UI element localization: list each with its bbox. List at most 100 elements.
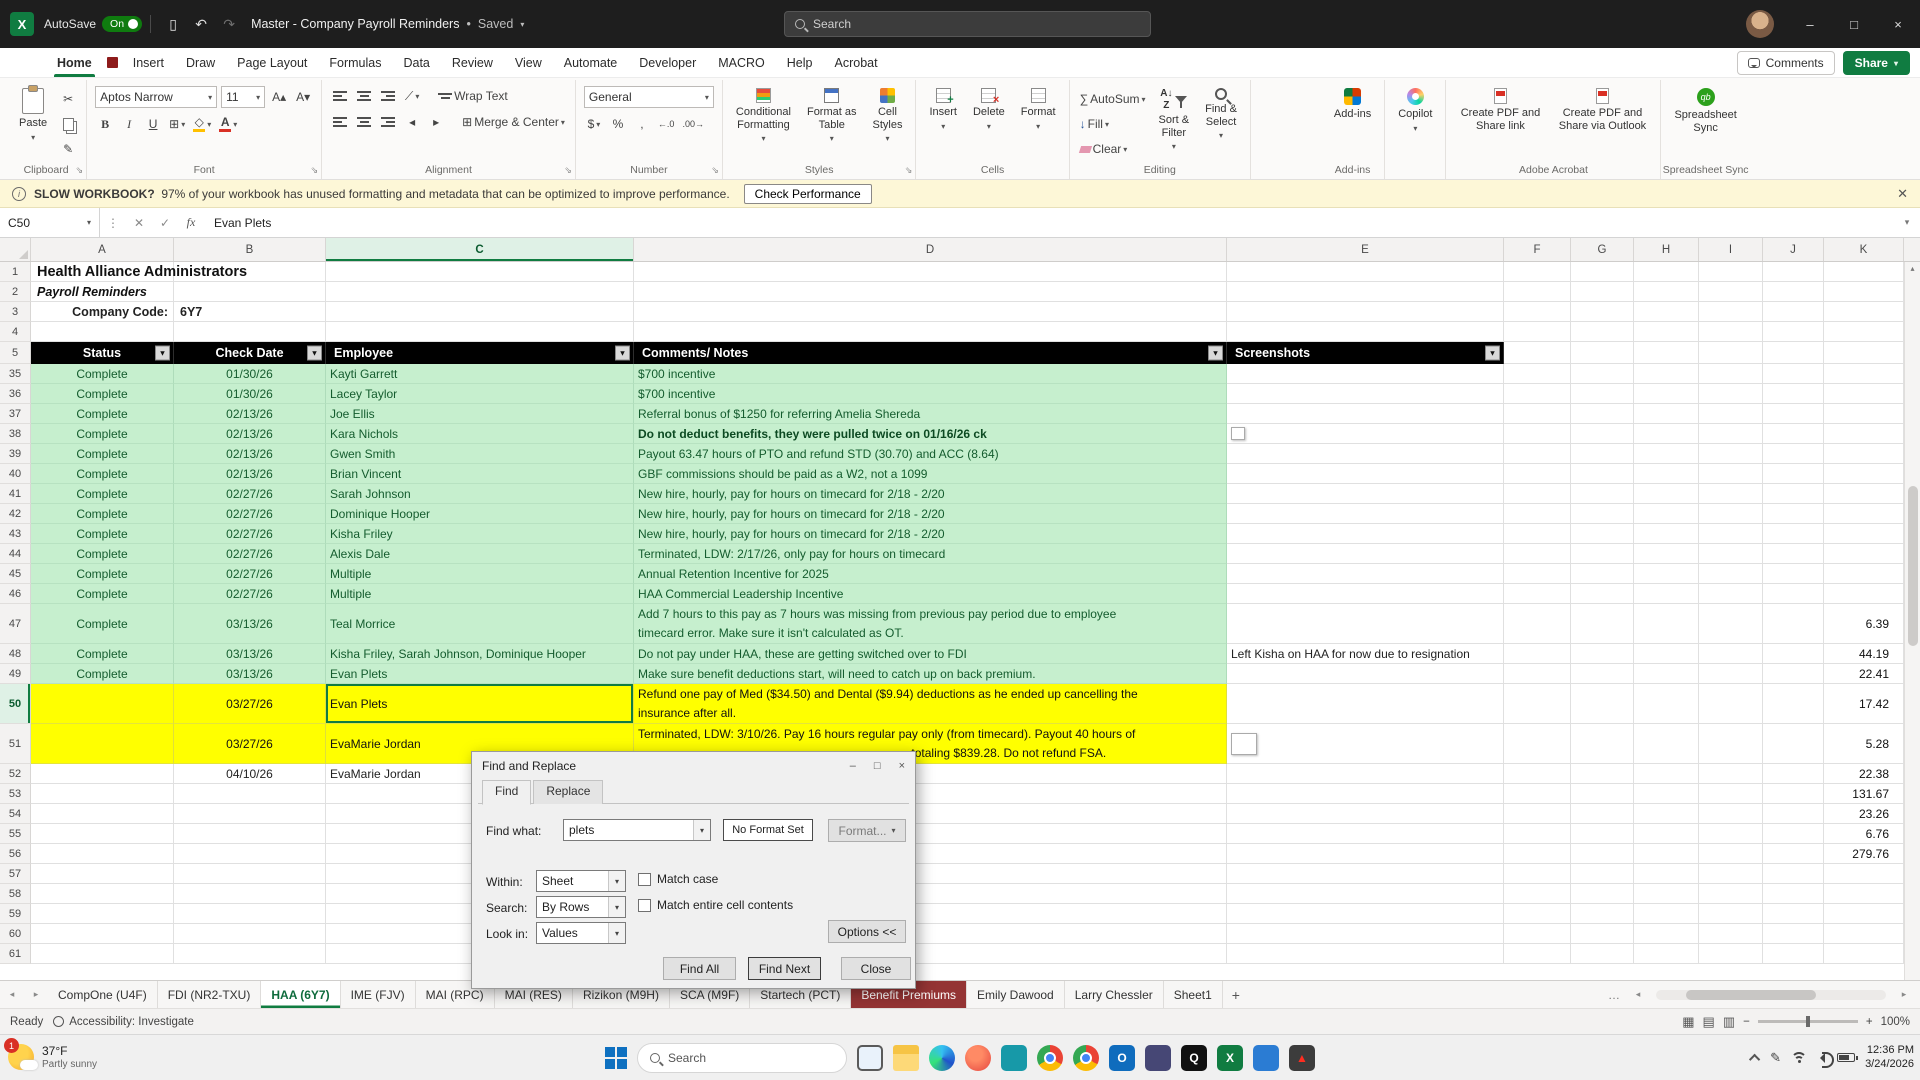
status-cell[interactable] [31, 784, 174, 804]
column-header-I[interactable]: I [1699, 238, 1763, 261]
row-number[interactable]: 41 [0, 484, 31, 504]
grid-cell[interactable] [1504, 804, 1571, 824]
check-date-cell[interactable] [174, 904, 326, 924]
align-top-button[interactable] [330, 86, 350, 106]
amount-cell[interactable] [1824, 484, 1904, 504]
row-number[interactable]: 5 [0, 342, 31, 364]
row-number[interactable]: 39 [0, 444, 31, 464]
conditional-formatting-button[interactable]: Conditional Formatting▾ [731, 84, 796, 161]
amount-cell[interactable]: 279.76 [1824, 844, 1904, 864]
grid-cell[interactable] [1571, 584, 1634, 604]
select-all-corner[interactable] [0, 238, 31, 261]
grid-cell[interactable] [1634, 644, 1699, 664]
grid-cell[interactable] [1571, 524, 1634, 544]
task-view-icon[interactable] [857, 1045, 883, 1071]
grid-cell[interactable] [1504, 484, 1571, 504]
grid-cell[interactable] [1699, 282, 1763, 302]
grid-cell[interactable] [1699, 664, 1763, 684]
ribbon-tab-macro[interactable]: MACRO [707, 48, 776, 77]
grid-cell[interactable] [1763, 884, 1824, 904]
screenshots-cell[interactable] [1227, 884, 1504, 904]
screenshots-cell[interactable] [1227, 364, 1504, 384]
grid-cell[interactable] [1699, 904, 1763, 924]
grid-cell[interactable] [174, 282, 326, 302]
row-number[interactable]: 3 [0, 302, 31, 322]
grid-cell[interactable] [1634, 844, 1699, 864]
match-case-checkbox[interactable]: Match case [638, 872, 718, 886]
filter-dropdown-icon[interactable]: ▾ [615, 346, 630, 361]
amount-cell[interactable] [1824, 584, 1904, 604]
grid-cell[interactable] [1504, 944, 1571, 964]
grid-cell[interactable] [1763, 444, 1824, 464]
grid-cell[interactable] [1699, 884, 1763, 904]
screenshots-cell[interactable] [1227, 904, 1504, 924]
grid-cell[interactable] [174, 322, 326, 342]
amount-cell[interactable]: 6.39 [1824, 604, 1904, 644]
grid-cell[interactable] [1504, 764, 1571, 784]
grid-cell[interactable] [1571, 424, 1634, 444]
expand-formula-bar-icon[interactable]: ▾ [1894, 208, 1920, 237]
status-cell[interactable]: Complete [31, 544, 174, 564]
amount-cell[interactable] [1824, 564, 1904, 584]
amount-cell[interactable]: 6.76 [1824, 824, 1904, 844]
comments-cell[interactable]: Terminated, LDW: 2/17/26, only pay for h… [634, 544, 1227, 564]
check-date-cell[interactable]: 04/10/26 [174, 764, 326, 784]
row-number[interactable]: 4 [0, 322, 31, 342]
grid-cell[interactable] [1504, 724, 1571, 764]
amount-cell[interactable]: 131.67 [1824, 784, 1904, 804]
align-center-button[interactable] [354, 112, 374, 132]
check-performance-button[interactable]: Check Performance [744, 184, 872, 204]
grid-cell[interactable] [1571, 924, 1634, 944]
grid-cell[interactable] [1763, 944, 1824, 964]
grid-cell[interactable] [1763, 282, 1824, 302]
grid-cell[interactable] [1699, 844, 1763, 864]
grid-cell[interactable] [1699, 804, 1763, 824]
employee-cell[interactable]: Kara Nichols [326, 424, 634, 444]
grid-cell[interactable] [1571, 824, 1634, 844]
filter-dropdown-icon[interactable]: ▾ [155, 346, 170, 361]
row-number[interactable]: 60 [0, 924, 31, 944]
employee-cell[interactable]: Alexis Dale [326, 544, 634, 564]
status-cell[interactable]: Complete [31, 504, 174, 524]
check-date-cell[interactable]: 03/27/26 [174, 684, 326, 724]
user-avatar[interactable] [1746, 10, 1774, 38]
increase-indent-button[interactable]: ▸ [426, 112, 446, 132]
grid-cell[interactable] [1763, 302, 1824, 322]
zoom-slider[interactable] [1758, 1020, 1858, 1023]
grid-cell[interactable] [1699, 444, 1763, 464]
grid-cell[interactable] [1699, 404, 1763, 424]
grid-cell[interactable] [1634, 864, 1699, 884]
spreadsheet-sync-button[interactable]: qbSpreadsheet Sync [1669, 84, 1741, 161]
column-header-H[interactable]: H [1634, 238, 1699, 261]
amount-cell[interactable]: 5.28 [1824, 724, 1904, 764]
grid-cell[interactable] [1504, 824, 1571, 844]
amount-cell[interactable] [1824, 884, 1904, 904]
within-select[interactable]: Sheet ▾ [536, 870, 626, 892]
tray-chevron-icon[interactable] [1749, 1053, 1760, 1064]
employee-cell[interactable]: Sarah Johnson [326, 484, 634, 504]
grid-cell[interactable] [1634, 824, 1699, 844]
grid-cell[interactable] [1634, 282, 1699, 302]
grid-cell[interactable] [1763, 684, 1824, 724]
vertical-scrollbar[interactable]: ▴ [1904, 262, 1920, 980]
status-cell[interactable] [31, 904, 174, 924]
row-number[interactable]: 36 [0, 384, 31, 404]
grid-cell[interactable] [1699, 944, 1763, 964]
format-painter-button[interactable]: ✎ [58, 139, 78, 159]
weather-widget[interactable]: 1 37°F Partly sunny [8, 1044, 97, 1070]
screenshots-cell[interactable] [1227, 824, 1504, 844]
grid-cell[interactable] [1504, 864, 1571, 884]
grid-cell[interactable] [1504, 262, 1571, 282]
grid-cell[interactable] [1763, 564, 1824, 584]
status-cell[interactable] [31, 864, 174, 884]
grid-cell[interactable] [326, 282, 634, 302]
amount-cell[interactable] [1824, 524, 1904, 544]
bold-button[interactable]: B [95, 114, 115, 134]
search-input[interactable]: Search [784, 11, 1151, 37]
status-cell[interactable]: Complete [31, 444, 174, 464]
grid-cell[interactable] [1634, 664, 1699, 684]
copilot-button[interactable]: Copilot▾ [1393, 84, 1437, 161]
excel-app-icon[interactable]: X [10, 12, 34, 36]
grid-cell[interactable] [1504, 424, 1571, 444]
amount-cell[interactable] [1824, 504, 1904, 524]
